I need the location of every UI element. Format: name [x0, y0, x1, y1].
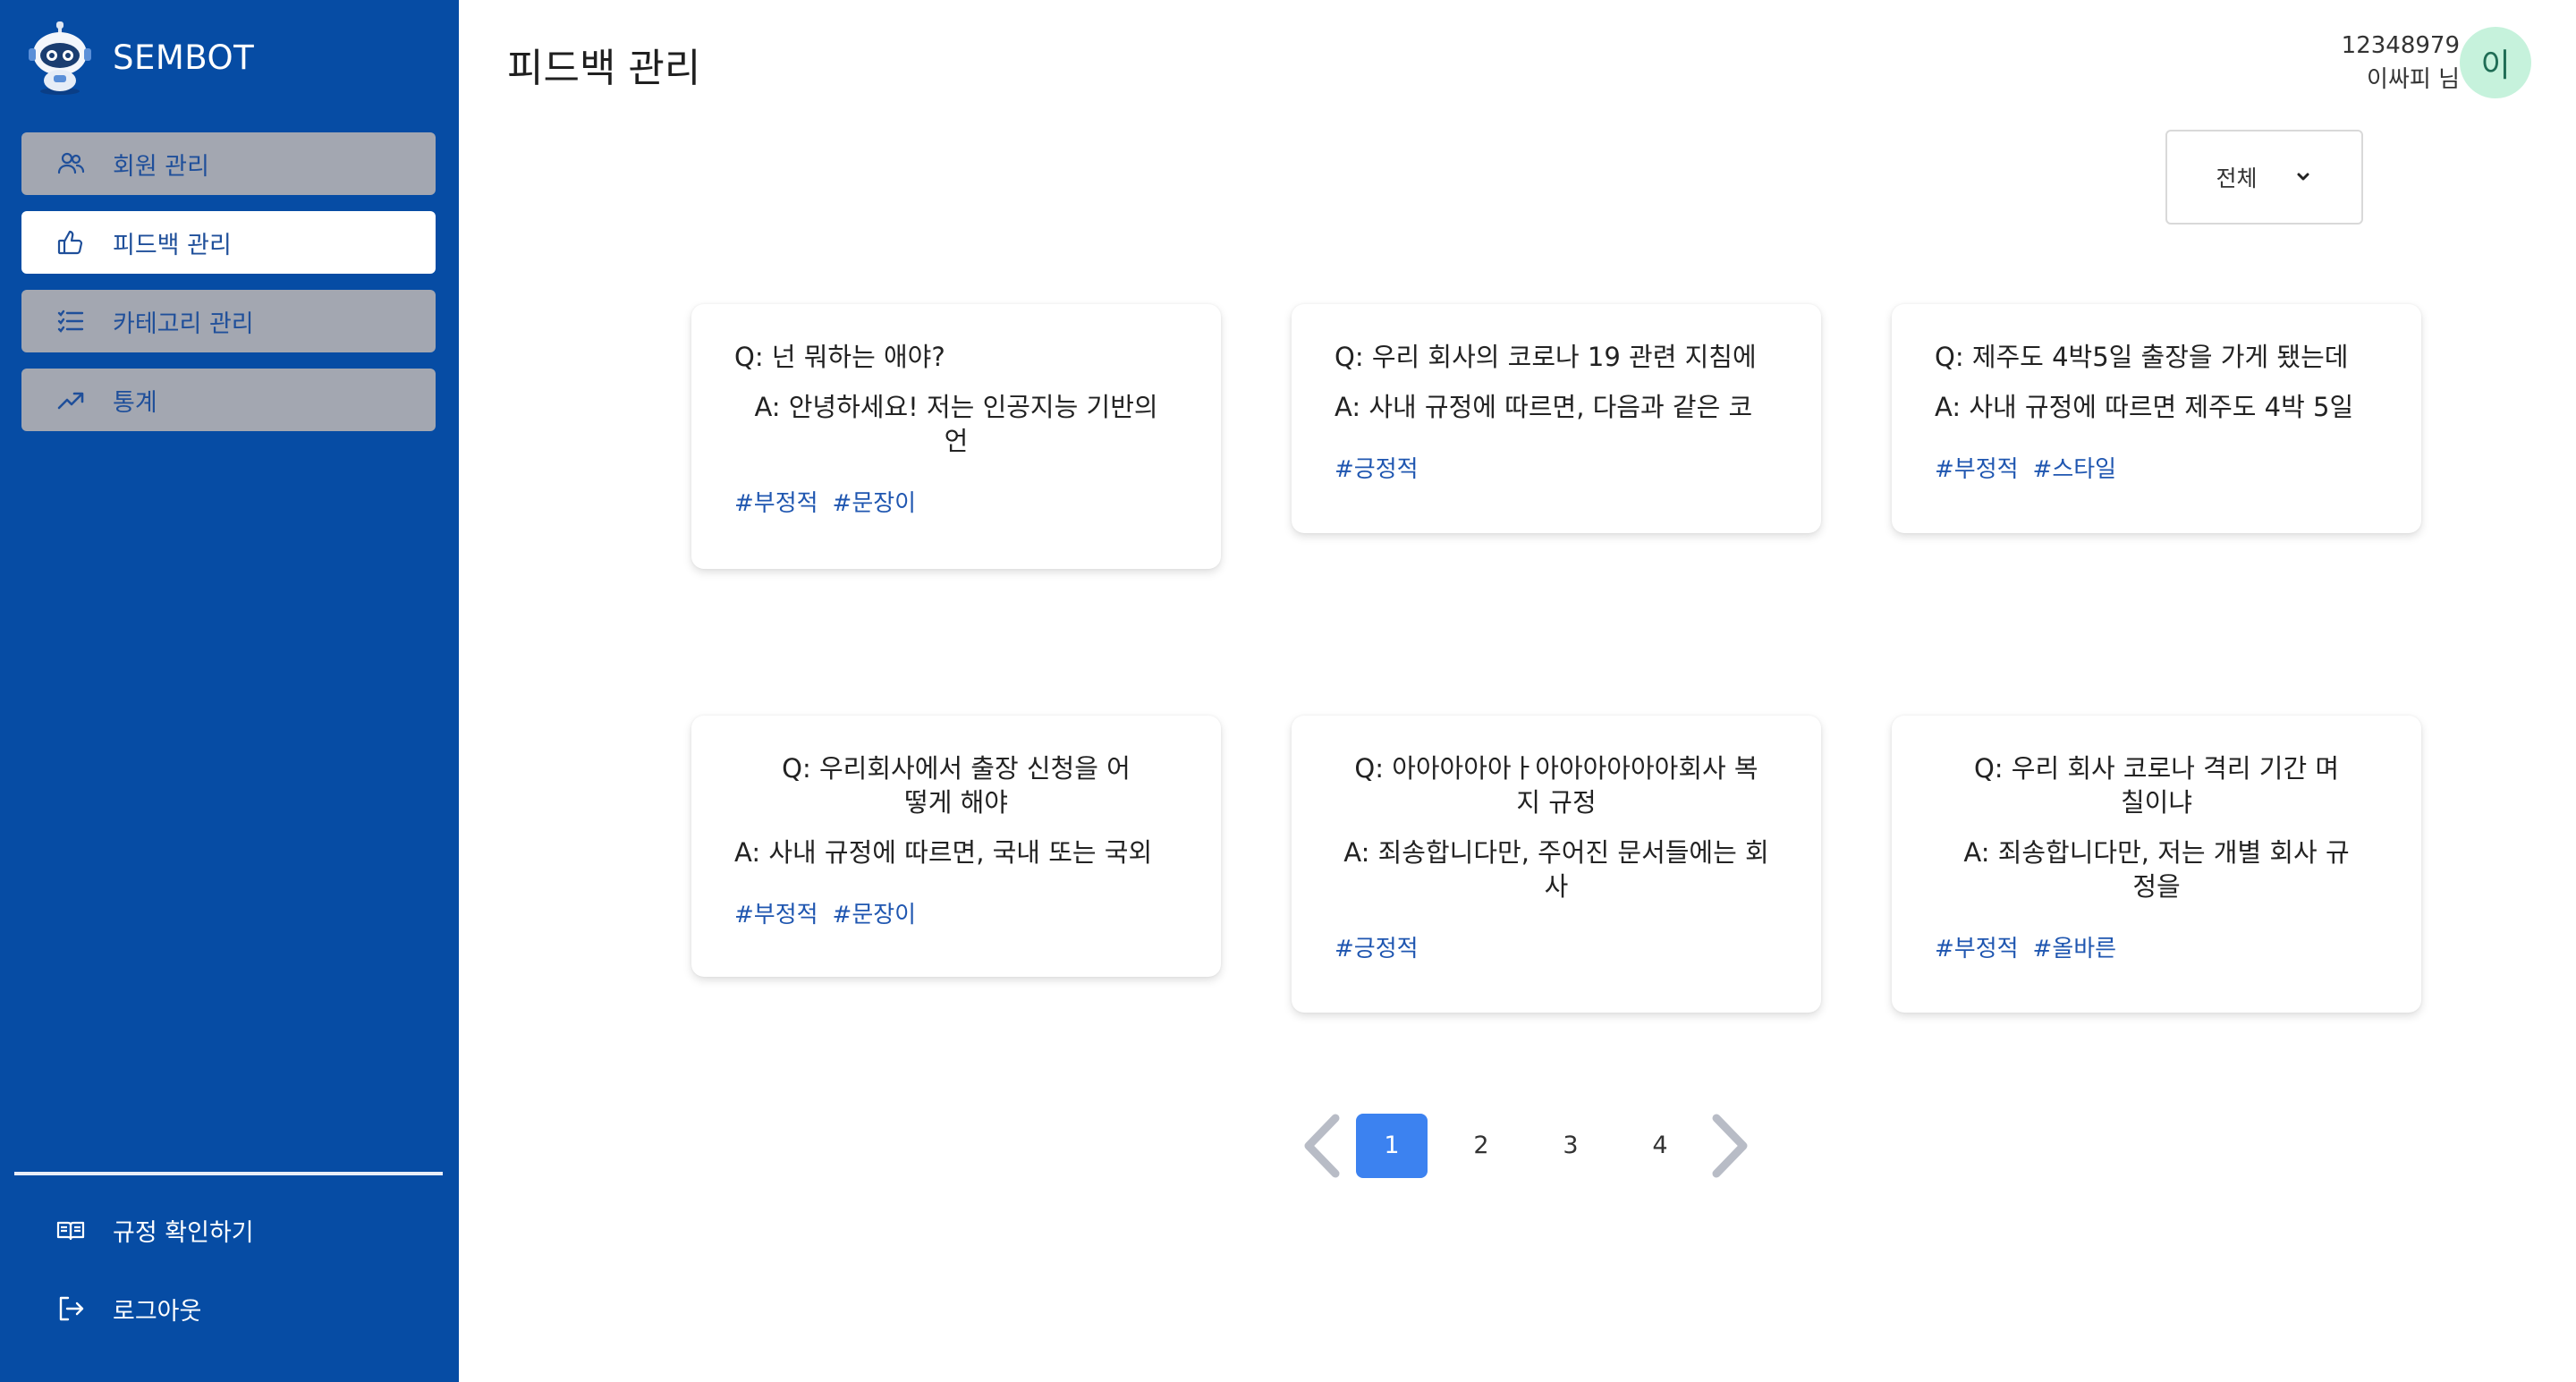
book-icon	[55, 1215, 86, 1245]
sidebar-item-statistics[interactable]: 통계	[21, 369, 436, 431]
sidebar-item-logout[interactable]: 로그아웃	[21, 1277, 436, 1340]
feedback-card[interactable]: Q: 우리 회사 코로나 격리 기간 며칠이냐 A: 죄송합니다만, 저는 개별…	[1892, 716, 2421, 1013]
card-answer: A: 사내 규정에 따르면, 국내 또는 국외	[734, 837, 1153, 868]
user-name: 이싸피 님	[2367, 66, 2460, 93]
tag[interactable]: #부정적	[734, 896, 818, 929]
sidebar-item-label: 카테고리 관리	[113, 309, 254, 338]
logout-icon	[55, 1293, 86, 1324]
tag[interactable]: #올바른	[2033, 930, 2117, 963]
card-question: Q: 아아아아아ㅏ아아아아아아회사 복지 규정	[1354, 753, 1758, 818]
card-tags: #부정적 #올바른	[1935, 930, 2378, 963]
filter-select[interactable]: 전체	[2165, 130, 2363, 225]
prev-page-button[interactable]	[1297, 1112, 1347, 1179]
brand-name: SEMBOT	[113, 38, 255, 77]
card-tags: #긍정적	[1335, 451, 1778, 484]
card-answer: A: 안녕하세요! 저는 인공지능 기반의 언	[754, 392, 1158, 456]
card-tags: #긍정적	[1335, 930, 1778, 963]
robot-logo-icon	[29, 21, 91, 95]
sidebar-bottom-nav: 규정 확인하기 로그아웃	[21, 1199, 436, 1356]
brand[interactable]: SEMBOT	[25, 18, 254, 97]
sidebar-item-label: 피드백 관리	[113, 231, 232, 259]
tag[interactable]: #긍정적	[1335, 451, 1419, 484]
users-icon	[55, 148, 86, 179]
page-button-3[interactable]: 3	[1535, 1114, 1606, 1178]
sidebar: SEMBOT 회원 관리 피드백 관리 카테고리 관리 통계 규정 확인하기 로…	[0, 0, 459, 1382]
next-page-button[interactable]	[1705, 1112, 1755, 1179]
tag[interactable]: #문장이	[833, 485, 917, 518]
trend-up-icon	[55, 385, 86, 415]
card-question: Q: 우리 회사 코로나 격리 기간 며칠이냐	[1973, 753, 2340, 818]
user-info: 12348979 이싸피 님	[2342, 29, 2460, 97]
feedback-card[interactable]: Q: 우리 회사의 코로나 19 관련 지침에 A: 사내 규정에 따르면, 다…	[1292, 304, 1821, 533]
tag[interactable]: #부정적	[1935, 930, 2019, 963]
filter-selected-value: 전체	[2216, 165, 2258, 191]
chevron-left-icon	[1304, 1114, 1340, 1177]
sidebar-item-feedback[interactable]: 피드백 관리	[21, 211, 436, 274]
sidebar-item-members[interactable]: 회원 관리	[21, 132, 436, 195]
tag[interactable]: #긍정적	[1335, 930, 1419, 963]
card-answer: A: 사내 규정에 따르면, 다음과 같은 코	[1335, 392, 1753, 422]
tag[interactable]: #스타일	[2033, 451, 2117, 484]
tag[interactable]: #문장이	[833, 896, 917, 929]
list-icon	[55, 306, 86, 336]
card-question: Q: 넌 뭐하는 애야?	[734, 342, 945, 372]
card-tags: #부정적 #문장이	[734, 485, 1178, 518]
sidebar-item-label: 통계	[113, 388, 157, 417]
sidebar-item-category[interactable]: 카테고리 관리	[21, 290, 436, 352]
page-title: 피드백 관리	[507, 46, 701, 91]
thumbs-up-icon	[55, 227, 86, 258]
feedback-card[interactable]: Q: 넌 뭐하는 애야? A: 안녕하세요! 저는 인공지능 기반의 언 #부정…	[691, 304, 1221, 569]
card-tags: #부정적 #문장이	[734, 896, 1178, 929]
card-answer: A: 죄송합니다만, 저는 개별 회사 규정을	[1963, 837, 2350, 902]
sidebar-item-label: 규정 확인하기	[113, 1218, 254, 1247]
page-button-2[interactable]: 2	[1445, 1114, 1517, 1178]
pagination: 1 2 3 4	[1297, 1112, 1755, 1179]
chevron-right-icon	[1712, 1114, 1748, 1177]
chevron-down-icon	[2297, 173, 2309, 181]
card-question: Q: 우리 회사의 코로나 19 관련 지침에	[1335, 342, 1757, 372]
avatar[interactable]: 이	[2460, 27, 2531, 98]
card-tags: #부정적 #스타일	[1935, 451, 2378, 484]
card-answer: A: 죄송합니다만, 주어진 문서들에는 회사	[1343, 837, 1769, 902]
card-question: Q: 제주도 4박5일 출장을 가게 됐는데	[1935, 342, 2349, 372]
sidebar-item-label: 회원 관리	[113, 152, 209, 181]
user-id: 12348979	[2341, 32, 2460, 59]
tag[interactable]: #부정적	[1935, 451, 2019, 484]
card-question: Q: 우리회사에서 출장 신청을 어떻게 해야	[782, 753, 1131, 818]
tag[interactable]: #부정적	[734, 485, 818, 518]
sidebar-nav: 회원 관리 피드백 관리 카테고리 관리 통계	[21, 132, 436, 447]
sidebar-item-label: 로그아웃	[113, 1297, 202, 1326]
page-button-4[interactable]: 4	[1624, 1114, 1696, 1178]
feedback-card[interactable]: Q: 아아아아아ㅏ아아아아아아회사 복지 규정 A: 죄송합니다만, 주어진 문…	[1292, 716, 1821, 1013]
sidebar-item-rules[interactable]: 규정 확인하기	[21, 1199, 436, 1261]
sidebar-divider	[14, 1172, 443, 1175]
page-button-1[interactable]: 1	[1356, 1113, 1428, 1178]
feedback-card[interactable]: Q: 제주도 4박5일 출장을 가게 됐는데 A: 사내 규정에 따르면 제주도…	[1892, 304, 2421, 533]
card-answer: A: 사내 규정에 따르면 제주도 4박 5일	[1935, 392, 2354, 422]
feedback-card[interactable]: Q: 우리회사에서 출장 신청을 어떻게 해야 A: 사내 규정에 따르면, 국…	[691, 716, 1221, 977]
